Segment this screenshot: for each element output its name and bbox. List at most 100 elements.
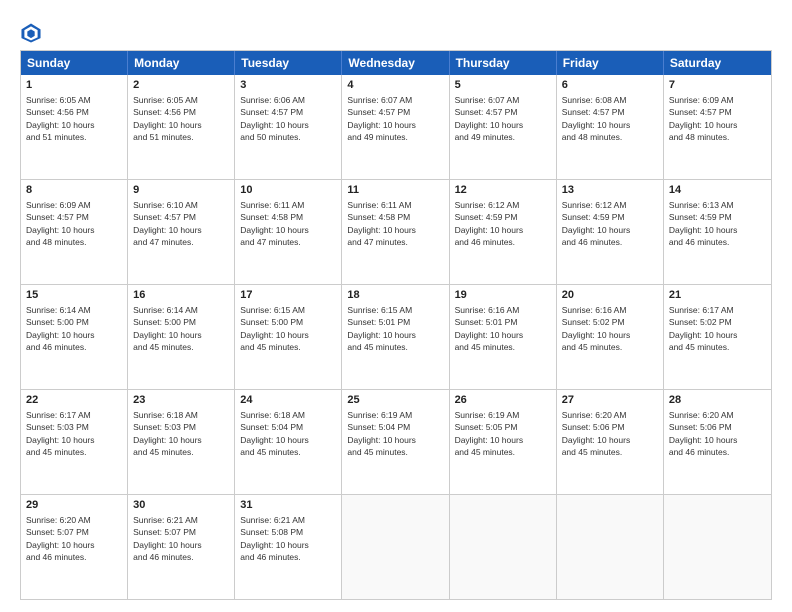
cal-cell: 24Sunrise: 6:18 AMSunset: 5:04 PMDayligh…: [235, 390, 342, 494]
cell-info: Sunrise: 6:14 AMSunset: 5:00 PMDaylight:…: [133, 305, 202, 352]
cell-info: Sunrise: 6:17 AMSunset: 5:03 PMDaylight:…: [26, 410, 95, 457]
page: SundayMondayTuesdayWednesdayThursdayFrid…: [0, 0, 792, 612]
day-number: 8: [26, 183, 122, 198]
day-number: 11: [347, 183, 443, 198]
cal-week-2: 8Sunrise: 6:09 AMSunset: 4:57 PMDaylight…: [21, 179, 771, 284]
cell-info: Sunrise: 6:15 AMSunset: 5:01 PMDaylight:…: [347, 305, 416, 352]
cal-cell: 27Sunrise: 6:20 AMSunset: 5:06 PMDayligh…: [557, 390, 664, 494]
day-number: 27: [562, 393, 658, 408]
calendar-body: 1 Sunrise: 6:05 AMSunset: 4:56 PMDaylight…: [21, 75, 771, 599]
cell-info: Sunrise: 6:07 AMSunset: 4:57 PMDaylight:…: [347, 95, 416, 142]
cal-cell: 2Sunrise: 6:05 AMSunset: 4:56 PMDaylight…: [128, 75, 235, 179]
cal-cell: 18 Sunrise: 6:15 AMSunset: 5:01 PMDayligh…: [342, 285, 449, 389]
day-number: 5: [455, 78, 551, 93]
cal-week-3: 15 Sunrise: 6:14 AMSunset: 5:00 PMDayligh…: [21, 284, 771, 389]
day-number: 30: [133, 498, 229, 513]
cal-cell: 22Sunrise: 6:17 AMSunset: 5:03 PMDayligh…: [21, 390, 128, 494]
day-number: 7: [669, 78, 766, 93]
day-number: 1: [26, 78, 122, 93]
day-number: 19: [455, 288, 551, 303]
cal-cell: [664, 495, 771, 599]
cal-cell: 31 Sunrise: 6:21 AMSunset: 5:08 PMDayligh…: [235, 495, 342, 599]
cell-info: Sunrise: 6:20 AMSunset: 5:07 PMDaylight:…: [26, 515, 95, 562]
day-number: 12: [455, 183, 551, 198]
cell-info: Sunrise: 6:15 AMSunset: 5:00 PMDaylight:…: [240, 305, 309, 352]
cal-cell: 9 Sunrise: 6:10 AMSunset: 4:57 PMDaylight…: [128, 180, 235, 284]
cal-cell: 5 Sunrise: 6:07 AMSunset: 4:57 PMDaylight…: [450, 75, 557, 179]
day-number: 23: [133, 393, 229, 408]
logo: [20, 22, 44, 44]
day-number: 13: [562, 183, 658, 198]
cal-header-cell-saturday: Saturday: [664, 51, 771, 75]
day-number: 17: [240, 288, 336, 303]
day-number: 24: [240, 393, 336, 408]
cal-header-cell-sunday: Sunday: [21, 51, 128, 75]
cal-cell: 23 Sunrise: 6:18 AMSunset: 5:03 PMDayligh…: [128, 390, 235, 494]
cell-info: Sunrise: 6:09 AMSunset: 4:57 PMDaylight:…: [669, 95, 738, 142]
day-number: 16: [133, 288, 229, 303]
day-number: 4: [347, 78, 443, 93]
cal-cell: 4 Sunrise: 6:07 AMSunset: 4:57 PMDaylight…: [342, 75, 449, 179]
cal-cell: 17 Sunrise: 6:15 AMSunset: 5:00 PMDayligh…: [235, 285, 342, 389]
day-number: 20: [562, 288, 658, 303]
logo-icon: [20, 22, 42, 44]
cal-week-5: 29 Sunrise: 6:20 AMSunset: 5:07 PMDayligh…: [21, 494, 771, 599]
cal-cell: 15Sunrise: 6:14 AMSunset: 5:00 PMDayligh…: [21, 285, 128, 389]
day-number: 6: [562, 78, 658, 93]
cal-cell: 11 Sunrise: 6:11 AMSunset: 4:58 PMDayligh…: [342, 180, 449, 284]
day-number: 21: [669, 288, 766, 303]
cell-info: Sunrise: 6:07 AMSunset: 4:57 PMDaylight:…: [455, 95, 524, 142]
day-number: 9: [133, 183, 229, 198]
cell-info: Sunrise: 6:19 AMSunset: 5:04 PMDaylight:…: [347, 410, 416, 457]
cell-info: Sunrise: 6:17 AMSunset: 5:02 PMDaylight:…: [669, 305, 738, 352]
cell-info: Sunrise: 6:16 AMSunset: 5:02 PMDaylight:…: [562, 305, 631, 352]
day-number: 2: [133, 78, 229, 93]
cal-cell: [557, 495, 664, 599]
cal-header-cell-tuesday: Tuesday: [235, 51, 342, 75]
cell-info: Sunrise: 6:11 AMSunset: 4:58 PMDaylight:…: [347, 200, 416, 247]
cal-cell: 26Sunrise: 6:19 AMSunset: 5:05 PMDayligh…: [450, 390, 557, 494]
cal-cell: [342, 495, 449, 599]
cal-header-cell-friday: Friday: [557, 51, 664, 75]
cal-week-1: 1 Sunrise: 6:05 AMSunset: 4:56 PMDaylight…: [21, 75, 771, 179]
cal-cell: 12 Sunrise: 6:12 AMSunset: 4:59 PMDayligh…: [450, 180, 557, 284]
cell-info: Sunrise: 6:21 AMSunset: 5:08 PMDaylight:…: [240, 515, 309, 562]
day-number: 15: [26, 288, 122, 303]
day-number: 10: [240, 183, 336, 198]
day-number: 25: [347, 393, 443, 408]
cal-cell: 10 Sunrise: 6:11 AMSunset: 4:58 PMDayligh…: [235, 180, 342, 284]
cal-cell: 19 Sunrise: 6:16 AMSunset: 5:01 PMDayligh…: [450, 285, 557, 389]
cell-info: Sunrise: 6:12 AMSunset: 4:59 PMDaylight:…: [455, 200, 524, 247]
cell-info: Sunrise: 6:18 AMSunset: 5:03 PMDaylight:…: [133, 410, 202, 457]
cell-info: Sunrise: 6:13 AMSunset: 4:59 PMDaylight:…: [669, 200, 738, 247]
day-number: 31: [240, 498, 336, 513]
cal-cell: 3 Sunrise: 6:06 AMSunset: 4:57 PMDaylight…: [235, 75, 342, 179]
header: [20, 18, 772, 44]
day-number: 28: [669, 393, 766, 408]
cal-cell: 29 Sunrise: 6:20 AMSunset: 5:07 PMDayligh…: [21, 495, 128, 599]
cell-info: Sunrise: 6:21 AMSunset: 5:07 PMDaylight:…: [133, 515, 202, 562]
cell-info: Sunrise: 6:10 AMSunset: 4:57 PMDaylight:…: [133, 200, 202, 247]
cal-cell: 20 Sunrise: 6:16 AMSunset: 5:02 PMDayligh…: [557, 285, 664, 389]
cell-info: Sunrise: 6:05 AMSunset: 4:56 PMDaylight:…: [26, 95, 95, 142]
cal-cell: 30 Sunrise: 6:21 AMSunset: 5:07 PMDayligh…: [128, 495, 235, 599]
cal-week-4: 22Sunrise: 6:17 AMSunset: 5:03 PMDayligh…: [21, 389, 771, 494]
calendar-header-row: SundayMondayTuesdayWednesdayThursdayFrid…: [21, 51, 771, 75]
cell-info: Sunrise: 6:19 AMSunset: 5:05 PMDaylight:…: [455, 410, 524, 457]
day-number: 3: [240, 78, 336, 93]
cell-info: Sunrise: 6:08 AMSunset: 4:57 PMDaylight:…: [562, 95, 631, 142]
cal-header-cell-wednesday: Wednesday: [342, 51, 449, 75]
day-number: 29: [26, 498, 122, 513]
cal-cell: 28Sunrise: 6:20 AMSunset: 5:06 PMDayligh…: [664, 390, 771, 494]
day-number: 18: [347, 288, 443, 303]
cal-cell: [450, 495, 557, 599]
cell-info: Sunrise: 6:06 AMSunset: 4:57 PMDaylight:…: [240, 95, 309, 142]
cell-info: Sunrise: 6:11 AMSunset: 4:58 PMDaylight:…: [240, 200, 309, 247]
cal-header-cell-thursday: Thursday: [450, 51, 557, 75]
cal-cell: 16 Sunrise: 6:14 AMSunset: 5:00 PMDayligh…: [128, 285, 235, 389]
cell-info: Sunrise: 6:16 AMSunset: 5:01 PMDaylight:…: [455, 305, 524, 352]
cal-cell: 8Sunrise: 6:09 AMSunset: 4:57 PMDaylight…: [21, 180, 128, 284]
cal-cell: 21 Sunrise: 6:17 AMSunset: 5:02 PMDayligh…: [664, 285, 771, 389]
cal-cell: 14Sunrise: 6:13 AMSunset: 4:59 PMDayligh…: [664, 180, 771, 284]
cal-cell: 25 Sunrise: 6:19 AMSunset: 5:04 PMDayligh…: [342, 390, 449, 494]
